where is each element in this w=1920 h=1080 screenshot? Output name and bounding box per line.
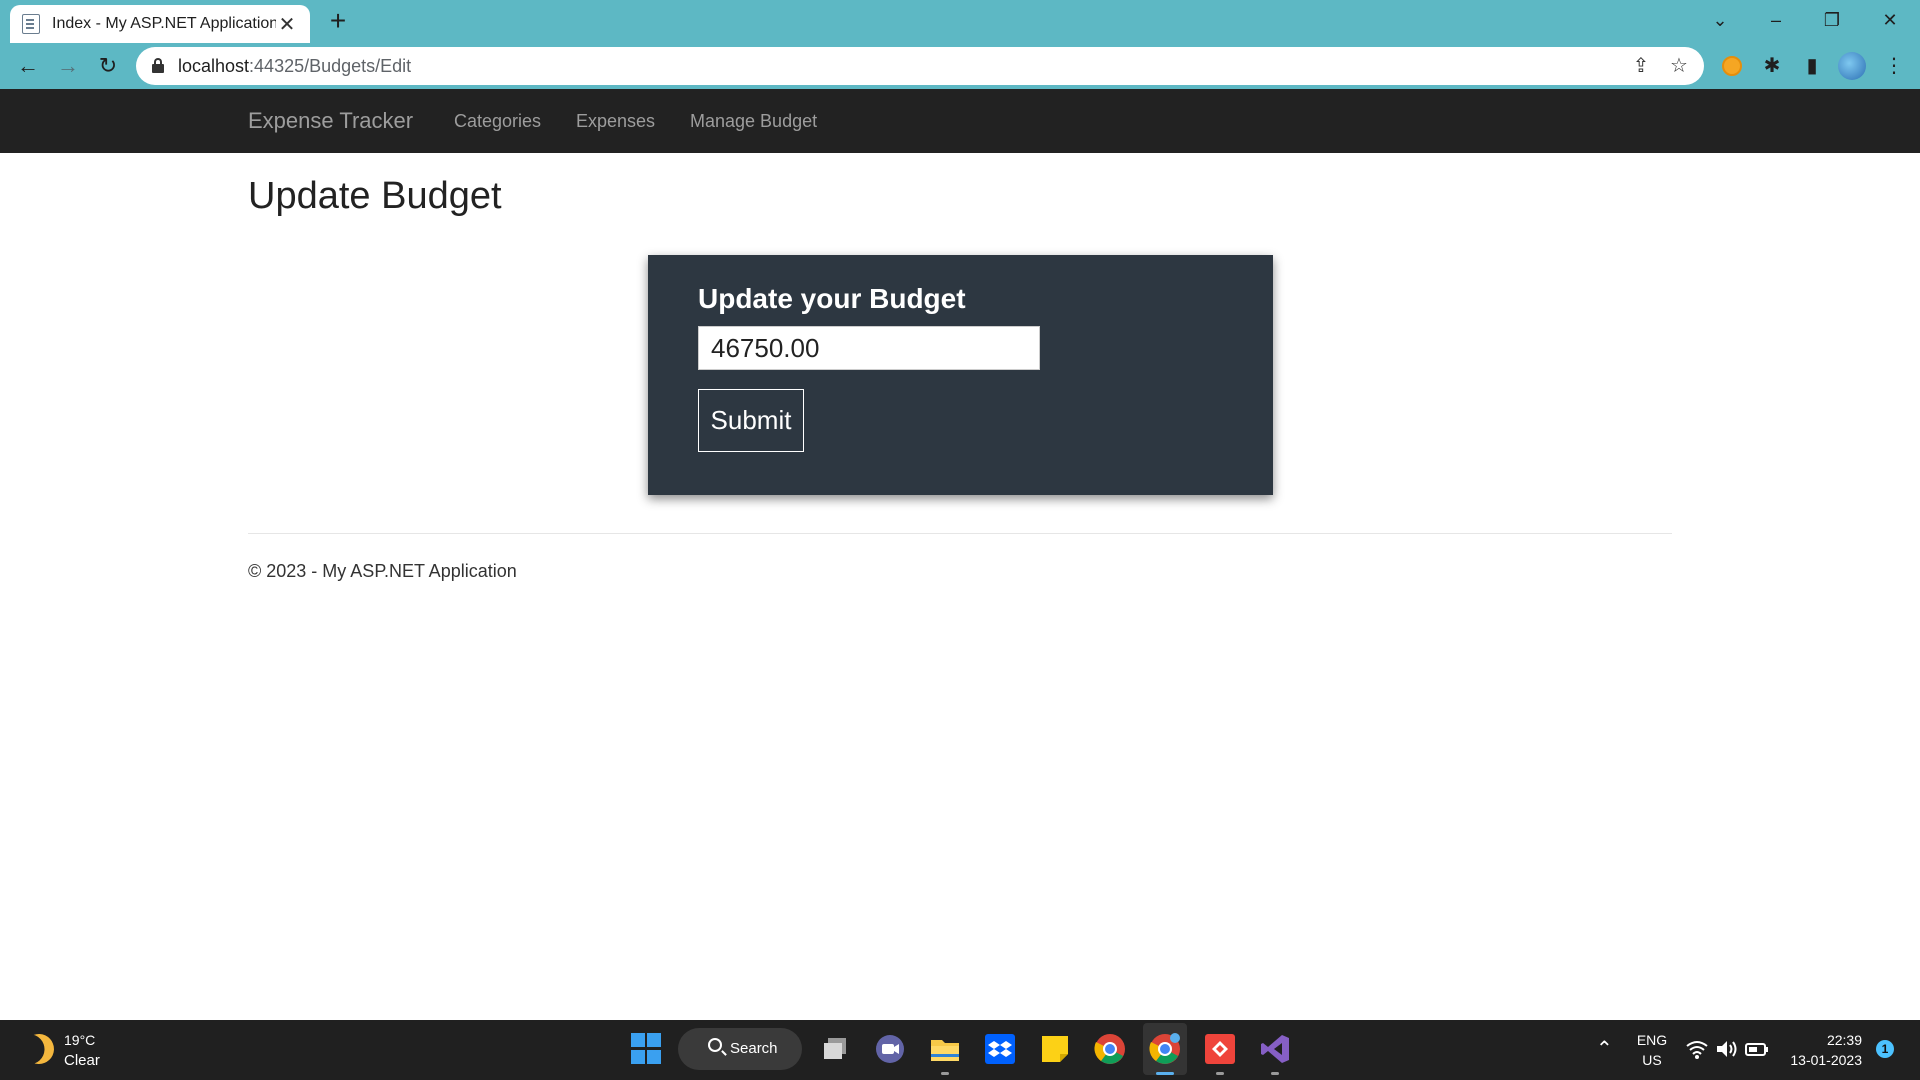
page-favicon-icon (22, 14, 40, 34)
taskbar-search-button[interactable]: Search (678, 1028, 802, 1070)
search-icon (708, 1038, 722, 1052)
file-explorer-icon[interactable] (928, 1032, 962, 1066)
submit-button[interactable]: Submit (698, 389, 804, 452)
clock-date[interactable]: 13-01-2023 (1776, 1052, 1862, 1068)
browser-tab-active[interactable]: Index - My ASP.NET Application ✕ (10, 5, 310, 43)
footer-divider (248, 533, 1672, 534)
visual-studio-icon[interactable] (1258, 1032, 1292, 1066)
side-panel-icon[interactable]: ▮ (1798, 52, 1826, 80)
anydesk-icon[interactable] (1203, 1032, 1237, 1066)
volume-icon[interactable] (1714, 1036, 1740, 1062)
back-button[interactable]: ← (12, 50, 44, 82)
battery-icon[interactable] (1744, 1036, 1770, 1062)
brand-link[interactable]: Expense Tracker (248, 108, 413, 134)
nav-link-expenses[interactable]: Expenses (576, 111, 655, 132)
teams-chat-icon[interactable] (873, 1032, 907, 1066)
clock-time[interactable]: 22:39 (1776, 1032, 1862, 1048)
browser-tab-strip: Index - My ASP.NET Application ✕ + ⌄ – ❐… (0, 0, 1920, 43)
page-title: Update Budget (248, 175, 502, 217)
lock-icon[interactable] (152, 58, 164, 73)
running-indicator (941, 1072, 949, 1075)
running-indicator (1216, 1072, 1224, 1075)
tray-overflow-chevron-icon[interactable]: ⌃ (1596, 1036, 1613, 1061)
nav-link-categories[interactable]: Categories (454, 111, 541, 132)
budget-form-card: Update your Budget Submit (648, 255, 1273, 495)
weather-temperature[interactable]: 19°C (64, 1032, 95, 1048)
keyboard-region[interactable]: US (1632, 1052, 1672, 1068)
notification-badge[interactable]: 1 (1876, 1040, 1894, 1058)
running-indicator (1271, 1072, 1279, 1075)
tab-title: Index - My ASP.NET Application (52, 15, 276, 32)
tab-search-icon[interactable]: ⌄ (1700, 6, 1740, 34)
restore-button[interactable]: ❐ (1812, 6, 1852, 34)
browser-menu-icon[interactable]: ⋮ (1880, 52, 1908, 80)
language-code[interactable]: ENG (1632, 1032, 1672, 1048)
bookmark-star-icon[interactable]: ☆ (1666, 53, 1692, 79)
windows-start-icon[interactable] (630, 1032, 664, 1066)
chrome-profile-icon[interactable] (1148, 1032, 1182, 1066)
wifi-icon[interactable] (1684, 1036, 1710, 1062)
extension-badge-icon[interactable] (1718, 52, 1746, 80)
budget-amount-input[interactable] (698, 326, 1040, 370)
search-label: Search (730, 1040, 778, 1057)
minimize-button[interactable]: – (1756, 6, 1796, 34)
extensions-puzzle-icon[interactable]: ✱ (1758, 52, 1786, 80)
reload-button[interactable]: ↻ (92, 50, 124, 82)
address-bar[interactable]: localhost:44325/Budgets/Edit ⇪ ☆ (136, 47, 1704, 85)
form-heading: Update your Budget (698, 283, 966, 314)
windows-taskbar: 19°C Clear Search ⌃ ENG US 22:39 13-01-2… (0, 1020, 1920, 1080)
browser-toolbar: ← → ↻ localhost:44325/Budgets/Edit ⇪ ☆ ✱… (0, 43, 1920, 89)
chrome-icon[interactable] (1093, 1032, 1127, 1066)
sticky-notes-icon[interactable] (1038, 1032, 1072, 1066)
close-window-button[interactable]: ✕ (1870, 6, 1910, 34)
dropbox-icon[interactable] (983, 1032, 1017, 1066)
footer-copyright: © 2023 - My ASP.NET Application (248, 561, 517, 581)
share-icon[interactable]: ⇪ (1628, 53, 1654, 79)
url-text[interactable]: localhost:44325/Budgets/Edit (178, 56, 411, 77)
task-view-icon[interactable] (818, 1032, 852, 1066)
running-indicator-active (1156, 1072, 1174, 1075)
tab-close-icon[interactable]: ✕ (276, 12, 298, 37)
site-navbar: Expense Tracker Categories Expenses Mana… (0, 89, 1920, 153)
nav-link-manage-budget[interactable]: Manage Budget (690, 111, 817, 132)
weather-description[interactable]: Clear (64, 1052, 100, 1069)
profile-avatar[interactable] (1838, 52, 1866, 80)
moon-weather-icon[interactable] (20, 1030, 58, 1068)
new-tab-button[interactable]: + (322, 6, 354, 38)
forward-button[interactable]: → (52, 50, 84, 82)
